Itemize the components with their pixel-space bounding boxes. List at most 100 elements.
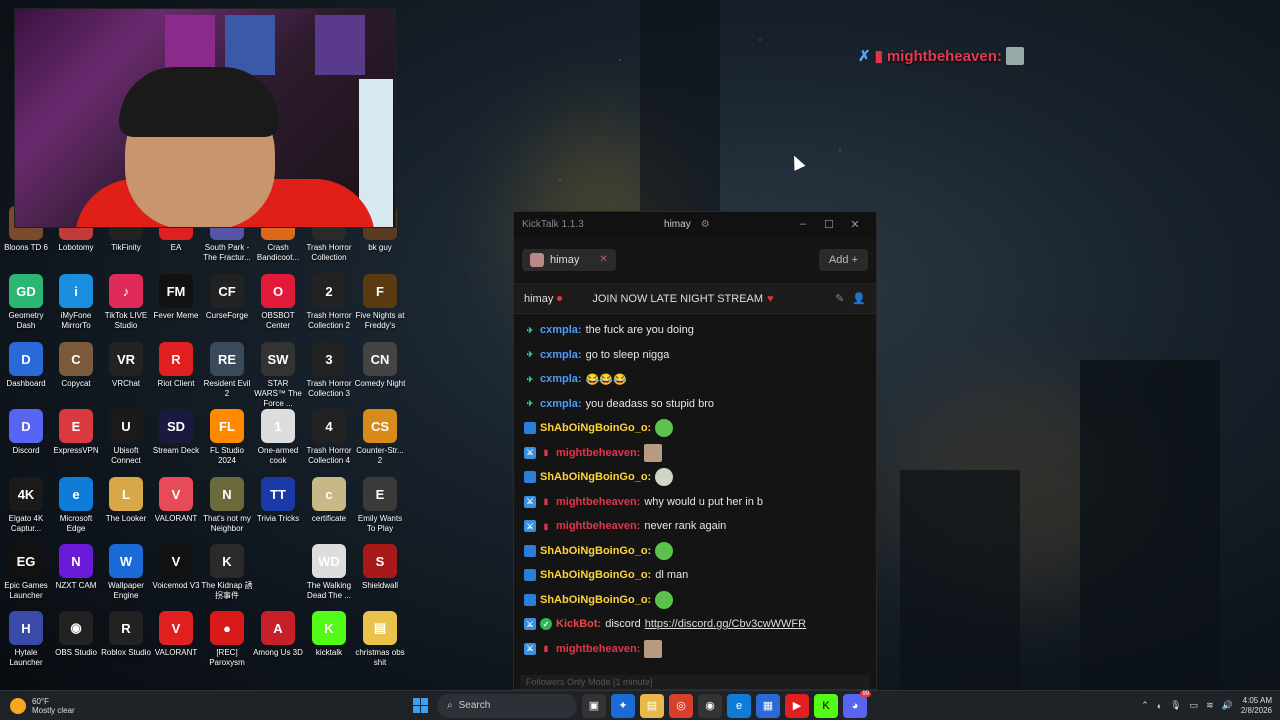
desktop-icon[interactable]: ▤ christmas obs shit (354, 611, 406, 668)
desktop-icon[interactable]: Kkicktalk (303, 611, 355, 658)
desktop-icon[interactable]: TT Trivia Tricks (252, 477, 304, 524)
desktop-icon[interactable]: V VALORANT (150, 611, 202, 658)
file-explorer-icon[interactable]: ▤ (640, 693, 664, 718)
desktop-icon[interactable]: FL FL Studio 2024 (201, 409, 253, 466)
desktop-icon[interactable]: V VALORANT (150, 477, 202, 524)
desktop-icon[interactable]: K The Kidnap 誘拐事件 (201, 544, 253, 601)
chat-username[interactable]: mightbeheaven: (556, 520, 640, 532)
desktop-icon[interactable]: RE Resident Evil 2 (201, 342, 253, 399)
chat-username[interactable]: cxmpla: (540, 349, 582, 361)
pin-icon[interactable]: ✎ (835, 292, 844, 305)
chat-username[interactable]: ShAbOiNgBoinGo_o: (540, 422, 651, 434)
desktop-icon[interactable]: E Emily Wants To Play (354, 477, 406, 534)
kicktalk-taskbar-icon[interactable]: K (814, 693, 838, 718)
redbull-badge-icon: ▮ (543, 644, 549, 654)
store-icon[interactable]: ▦ (756, 693, 780, 718)
clock[interactable]: 4:05 AM 2/8/2026 (1241, 696, 1272, 716)
desktop-icon[interactable]: ◉ OBS Studio (50, 611, 102, 658)
desktop-icon[interactable]: R Riot Client (150, 342, 202, 389)
desktop-icon-label: kicktalk (315, 648, 343, 657)
edge-icon[interactable]: e (727, 693, 751, 718)
desktop-icon[interactable]: D Dashboard (0, 342, 52, 389)
desktop-icon[interactable]: N NZXT CAM (50, 544, 102, 591)
chat-username[interactable]: cxmpla: (540, 373, 582, 385)
desktop-icon[interactable]: A Among Us 3D (252, 611, 304, 658)
emote-icon (655, 468, 674, 487)
desktop-icon[interactable]: 2 Trash Horror Collection 2 (303, 274, 355, 331)
close-window-button[interactable]: ✕ (842, 218, 868, 231)
weather-widget[interactable]: 60°F Mostly clear (0, 697, 200, 715)
chat-username[interactable]: mightbeheaven: (556, 496, 640, 508)
desktop-icon[interactable]: GD Geometry Dash (0, 274, 52, 331)
chat-text: go to sleep nigga (585, 348, 670, 361)
desktop-icon[interactable]: 4 Trash Horror Collection 4 (303, 409, 355, 466)
desktop-icon[interactable]: V Voicemod V3 (150, 544, 202, 591)
desktop-icon-label: EA (170, 243, 182, 252)
chat-username[interactable]: ShAbOiNgBoinGo_o: (540, 594, 651, 606)
desktop-icon[interactable]: WD The Walking Dead The ... (303, 544, 355, 601)
add-channel-button[interactable]: Add + (818, 248, 868, 271)
discord-taskbar-icon[interactable]: ◕ 99 (843, 690, 871, 718)
desktop-icon[interactable]: H Hytale Launcher (0, 611, 52, 668)
desktop-icon[interactable]: e Microsoft Edge (50, 477, 102, 534)
desktop-icon[interactable]: c certificate (303, 477, 355, 524)
chat-username[interactable]: ShAbOiNgBoinGo_o: (540, 471, 651, 483)
chat-username[interactable]: mightbeheaven: (556, 447, 640, 459)
chat-username[interactable]: KickBot: (556, 618, 601, 630)
chat-username[interactable]: cxmpla: (540, 324, 582, 336)
desktop-icon[interactable]: U Ubisoft Connect (100, 409, 152, 466)
volume-icon[interactable]: 🔊 (1222, 700, 1233, 711)
copilot-icon[interactable]: ✦ (611, 693, 635, 718)
chevron-up-icon[interactable]: ⌃ (1141, 700, 1149, 711)
desktop-icon[interactable]: R Roblox Studio (100, 611, 152, 658)
desktop-icon[interactable]: D Discord (0, 409, 52, 456)
chat-username[interactable]: ShAbOiNgBoinGo_o: (540, 545, 651, 557)
desktop-icon[interactable]: FM Fever Meme (150, 274, 202, 321)
desktop-icon-label: Wallpaper Engine (108, 581, 144, 600)
desktop-icon[interactable]: CF CurseForge (201, 274, 253, 321)
tab-himay[interactable]: himay ✕ (522, 248, 616, 271)
obs-icon[interactable]: ◉ (698, 693, 722, 718)
desktop-icon[interactable]: EG Epic Games Launcher (0, 544, 52, 601)
desktop-icon[interactable]: i iMyFone MirrorTo (50, 274, 102, 331)
chat-username[interactable]: cxmpla: (540, 398, 582, 410)
desktop-icon[interactable]: O OBSBOT Center (252, 274, 304, 331)
settings-gear-icon[interactable]: ⚙ (701, 219, 710, 230)
mic-icon[interactable]: 🎙 (1170, 700, 1181, 711)
desktop-icon[interactable]: VR VRChat (100, 342, 152, 389)
desktop-icon-label: certificate (311, 514, 347, 523)
desktop-icon[interactable]: W Wallpaper Engine (100, 544, 152, 601)
titlebar-username[interactable]: himay (664, 219, 691, 230)
maximize-button[interactable]: ☐ (816, 218, 842, 231)
desktop-icon[interactable]: S Shieldwall (354, 544, 406, 591)
desktop-icon[interactable]: SD Stream Deck (150, 409, 202, 456)
desktop-icon[interactable]: ● [REC] Paroxysm (201, 611, 253, 668)
youtube-icon[interactable]: ▶ (785, 693, 809, 718)
start-button[interactable] (408, 694, 432, 718)
chrome-icon[interactable]: ◎ (669, 693, 693, 718)
desktop-icon[interactable]: 3 Trash Horror Collection 3 (303, 342, 355, 399)
desktop-icon[interactable]: SW STAR WARS™ The Force ... (252, 342, 304, 409)
desktop-icon[interactable]: CS Counter-Str... 2 (354, 409, 406, 466)
desktop-icon[interactable]: F Five Nights at Freddy's (354, 274, 406, 331)
taskbar-search[interactable]: ⌕ Search (437, 693, 577, 718)
desktop-icon[interactable]: N That's not my Neighbor (201, 477, 253, 534)
chat-input-footer[interactable]: Followers Only Mode [1 minute] (520, 675, 870, 689)
chat-username[interactable]: mightbeheaven: (556, 643, 640, 655)
desktop-icon[interactable]: L The Looker (100, 477, 152, 524)
desktop-icon[interactable]: CN Comedy Night (354, 342, 406, 389)
desktop-icon[interactable]: E ExpressVPN (50, 409, 102, 456)
desktop-icon[interactable]: C Copycat (50, 342, 102, 389)
network-icon[interactable]: ◐ (1157, 701, 1162, 711)
chat-link[interactable]: https://discord.gg/Cbv3cwWWFR (645, 618, 806, 630)
tab-close-icon[interactable]: ✕ (599, 254, 607, 265)
desktop-icon[interactable]: 4K Elgato 4K Captur... (0, 477, 52, 534)
chat-username[interactable]: ShAbOiNgBoinGo_o: (540, 569, 651, 581)
minimize-button[interactable]: – (790, 218, 816, 230)
desktop-icon[interactable]: ♪ TikTok LIVE Studio (100, 274, 152, 331)
wifi-icon[interactable]: ≋ (1206, 700, 1214, 711)
desktop-icon[interactable]: 1 One-armed cook (252, 409, 304, 466)
user-icon[interactable]: 👤 (852, 292, 866, 305)
task-view-icon[interactable]: ▣ (582, 693, 606, 718)
display-icon[interactable]: ▭ (1190, 700, 1199, 711)
